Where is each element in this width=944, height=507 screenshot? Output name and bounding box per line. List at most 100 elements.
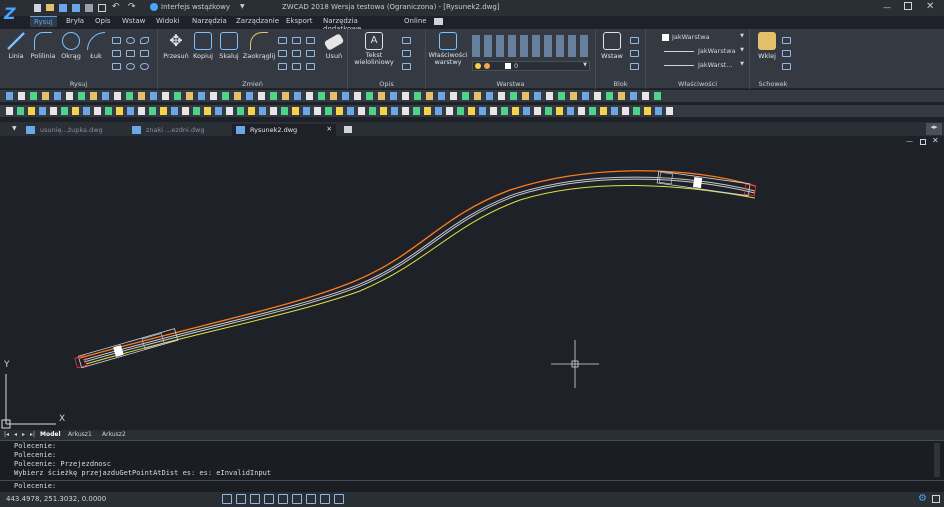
doc-tab-usuniecie[interactable]: usunię...żupka.dwg (22, 124, 107, 136)
open-file-icon[interactable] (46, 4, 54, 11)
break-icon[interactable] (306, 63, 315, 70)
redo-icon[interactable]: ↷ (128, 2, 136, 12)
prev-layout-icon[interactable]: ◂ (14, 431, 17, 438)
tab-scroll-icon[interactable]: ◂▸ (926, 123, 942, 135)
otrack-toggle-icon[interactable] (292, 494, 302, 504)
save-icon[interactable] (59, 4, 67, 12)
command-input[interactable]: Polecenie: (0, 480, 944, 492)
minimize-icon[interactable]: — (883, 3, 891, 12)
tab-eksport[interactable]: Eksport (286, 17, 312, 25)
paste-button[interactable]: Wklej (754, 32, 780, 60)
transparency-toggle-icon[interactable] (334, 494, 344, 504)
print-icon[interactable] (85, 4, 93, 12)
spline-icon[interactable] (140, 37, 149, 44)
erase-button[interactable]: Usuń (322, 32, 346, 60)
drawing-canvas[interactable]: — ✕ Y X (0, 136, 944, 430)
ellipse-icon[interactable] (126, 37, 135, 44)
explode-icon[interactable] (292, 63, 301, 70)
attribute-icon[interactable] (630, 63, 639, 70)
leader-icon[interactable] (402, 50, 411, 57)
extend-icon[interactable] (292, 50, 301, 57)
polyline-button[interactable]: Polilinia (28, 32, 58, 60)
color-dropdown[interactable]: JakWarstwa ▼ (650, 33, 746, 43)
layout-tab-arkusz2[interactable]: Arkusz2 (102, 431, 126, 438)
ribbon-minimize-icon[interactable] (434, 18, 443, 25)
linetype-dropdown[interactable]: JakWarstwa ▼ (650, 47, 746, 57)
settings-gear-icon[interactable]: ⚙ (918, 493, 927, 504)
toolbar-row-2-icons[interactable] (6, 107, 676, 115)
match-properties-icon[interactable] (782, 63, 791, 70)
app-logo[interactable]: Z (4, 4, 26, 26)
polar-toggle-icon[interactable] (264, 494, 274, 504)
tab-list-icon[interactable]: ▼ (12, 125, 17, 132)
layout-tab-model[interactable]: Model (40, 431, 61, 438)
tab-bryla[interactable]: Bryła (66, 17, 84, 25)
move-button[interactable]: ✥ Przesuń (162, 32, 190, 61)
osnap-toggle-icon[interactable] (278, 494, 288, 504)
maximize-icon[interactable] (904, 2, 912, 10)
tab-wstaw[interactable]: Wstaw (122, 17, 145, 25)
table-icon[interactable] (402, 63, 411, 70)
rectangle-icon[interactable] (112, 37, 121, 44)
plot-preview-icon[interactable] (98, 4, 106, 12)
tab-opis[interactable]: Opis (95, 17, 111, 25)
copy-clip-icon[interactable] (782, 50, 791, 57)
mirror-icon[interactable] (292, 37, 301, 44)
hatch-icon[interactable] (112, 50, 121, 57)
layer-dropdown[interactable]: 0 ▼ (472, 61, 590, 71)
stretch-icon[interactable] (306, 50, 315, 57)
close-tab-icon[interactable]: ✕ (327, 125, 332, 133)
lineweight-toggle-icon[interactable] (320, 494, 330, 504)
boundary-icon[interactable] (112, 63, 121, 70)
scale-button[interactable]: Skaluj (216, 32, 242, 60)
tab-narzedzia[interactable]: Narzędzia (192, 17, 227, 25)
undo-icon[interactable]: ↶ (112, 2, 120, 12)
next-layout-icon[interactable]: ▸ (22, 431, 25, 438)
snap-toggle-icon[interactable] (222, 494, 232, 504)
edit-block-icon[interactable] (630, 50, 639, 57)
insert-block-button[interactable]: Wstaw (598, 32, 626, 60)
create-block-icon[interactable] (630, 37, 639, 44)
dyn-toggle-icon[interactable] (306, 494, 316, 504)
new-tab-icon[interactable] (344, 126, 352, 133)
toolbar-row-1-icons[interactable] (6, 92, 666, 100)
rotate-icon[interactable] (278, 37, 287, 44)
tab-widoki[interactable]: Widoki (156, 17, 179, 25)
tab-online[interactable]: Online (404, 17, 427, 25)
donut-icon[interactable] (126, 63, 135, 70)
region-icon[interactable] (126, 50, 135, 57)
lineweight-dropdown[interactable]: JakWarst... ▼ (650, 61, 746, 71)
cut-icon[interactable] (782, 37, 791, 44)
grid-toggle-icon[interactable] (236, 494, 246, 504)
fillet-button[interactable]: Zaokrąglij (242, 32, 276, 60)
layout-tab-arkusz1[interactable]: Arkusz1 (68, 431, 92, 438)
trim-icon[interactable] (278, 50, 287, 57)
tab-zarzadzanie[interactable]: Zarządzanie (236, 17, 279, 25)
copy-button[interactable]: Kopiuj (190, 32, 216, 60)
point-icon[interactable] (140, 63, 149, 70)
first-layout-icon[interactable]: |◂ (4, 431, 9, 438)
doc-tab-znaki[interactable]: znaki ...ezdni.dwg (128, 124, 208, 136)
command-scrollbar[interactable] (934, 443, 940, 477)
road-path-drawing[interactable] (0, 136, 944, 430)
gradient-icon[interactable] (140, 50, 149, 57)
tab-rysuj[interactable]: Rysuj (30, 16, 57, 27)
mtext-button[interactable]: A Tekst wieloliniowy (352, 32, 396, 66)
group-blok: Wstaw Blok (596, 29, 646, 89)
close-icon[interactable]: ✕ (926, 1, 934, 12)
last-layout-icon[interactable]: ▸| (30, 431, 35, 438)
layer-properties-button[interactable]: Właściwości warstwy (428, 32, 468, 66)
arc-button[interactable]: Łuk (84, 32, 108, 60)
workspace-selector[interactable]: Interfejs wstążkowy ▼ (150, 3, 246, 13)
ortho-toggle-icon[interactable] (250, 494, 260, 504)
circle-button[interactable]: Okrąg (58, 32, 84, 60)
new-file-icon[interactable] (34, 4, 41, 12)
lineweight-value: JakWarst... (698, 61, 733, 69)
dimension-icon[interactable] (402, 37, 411, 44)
array-icon[interactable] (278, 63, 287, 70)
fullscreen-icon[interactable] (932, 495, 940, 503)
save-as-icon[interactable] (72, 4, 80, 12)
offset-icon[interactable] (306, 37, 315, 44)
doc-tab-rysunek2[interactable]: Rysunek2.dwg ✕ (232, 124, 336, 136)
line-button[interactable]: Linia (4, 32, 28, 60)
